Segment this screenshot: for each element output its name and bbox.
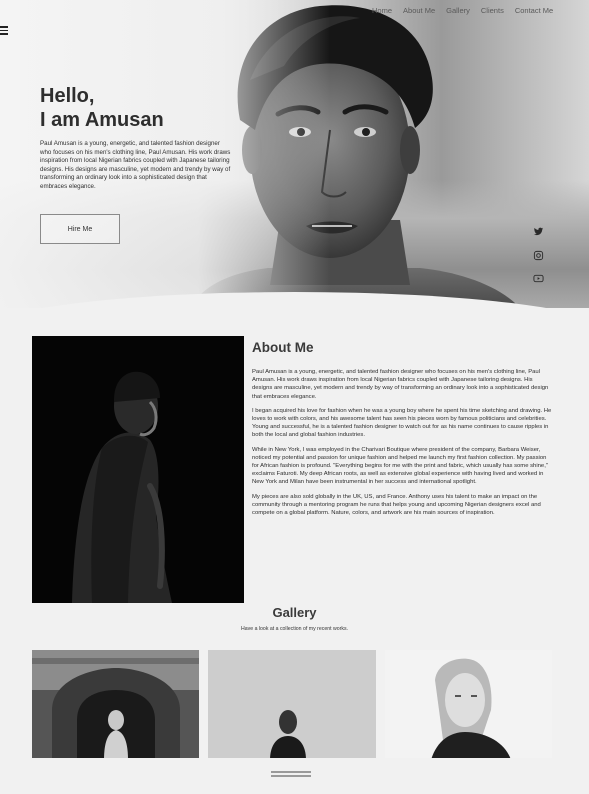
about-paragraph: Paul Amusan is a young, energetic, and t… xyxy=(252,369,549,400)
about-paragraph: My pieces are also sold globally in the … xyxy=(252,493,541,517)
hero-bio: Paul Amusan is a young, energetic, and t… xyxy=(40,140,231,190)
nav-item-gallery[interactable]: Gallery xyxy=(446,6,470,15)
about-title: About Me xyxy=(252,340,314,355)
hire-me-button[interactable]: Hire Me xyxy=(40,214,120,244)
hero-section: Home About Me Gallery Clients Contact Me… xyxy=(0,0,589,308)
gallery-image-portrait xyxy=(385,650,552,760)
gallery-subtitle: Have a look at a collection of my recent… xyxy=(241,626,348,632)
about-text: Paul Amusan is a young, energetic, and t… xyxy=(252,368,554,523)
nav-item-clients[interactable]: Clients xyxy=(481,6,504,15)
hooded-man-image xyxy=(32,336,244,603)
gallery-image-suit xyxy=(208,650,376,760)
instagram-icon[interactable] xyxy=(533,250,544,261)
hamburger-menu-icon[interactable] xyxy=(0,26,9,35)
drag-handle-icon[interactable] xyxy=(271,771,311,773)
gallery-item[interactable] xyxy=(32,650,199,760)
nav-item-contact-me[interactable]: Contact Me xyxy=(515,6,553,15)
about-photo xyxy=(32,336,244,603)
gallery-title: Gallery xyxy=(272,605,317,620)
gallery-image-arch xyxy=(32,650,199,760)
nav-item-about-me[interactable]: About Me xyxy=(403,6,435,15)
drag-handle-icon[interactable] xyxy=(271,775,311,777)
youtube-icon[interactable] xyxy=(533,273,544,284)
gallery-item[interactable] xyxy=(208,650,376,760)
hero-title: Hello, I am Amusan xyxy=(40,85,164,131)
about-paragraph: While in New York, I was employed in the… xyxy=(252,446,548,486)
twitter-icon[interactable] xyxy=(533,226,544,237)
nav-item-home[interactable]: Home xyxy=(372,6,392,15)
bottom-bar xyxy=(0,758,589,794)
about-paragraph: I began acquired his love for fashion wh… xyxy=(252,407,552,439)
top-navigation: Home About Me Gallery Clients Contact Me xyxy=(372,6,564,15)
gallery-item[interactable] xyxy=(385,650,552,760)
